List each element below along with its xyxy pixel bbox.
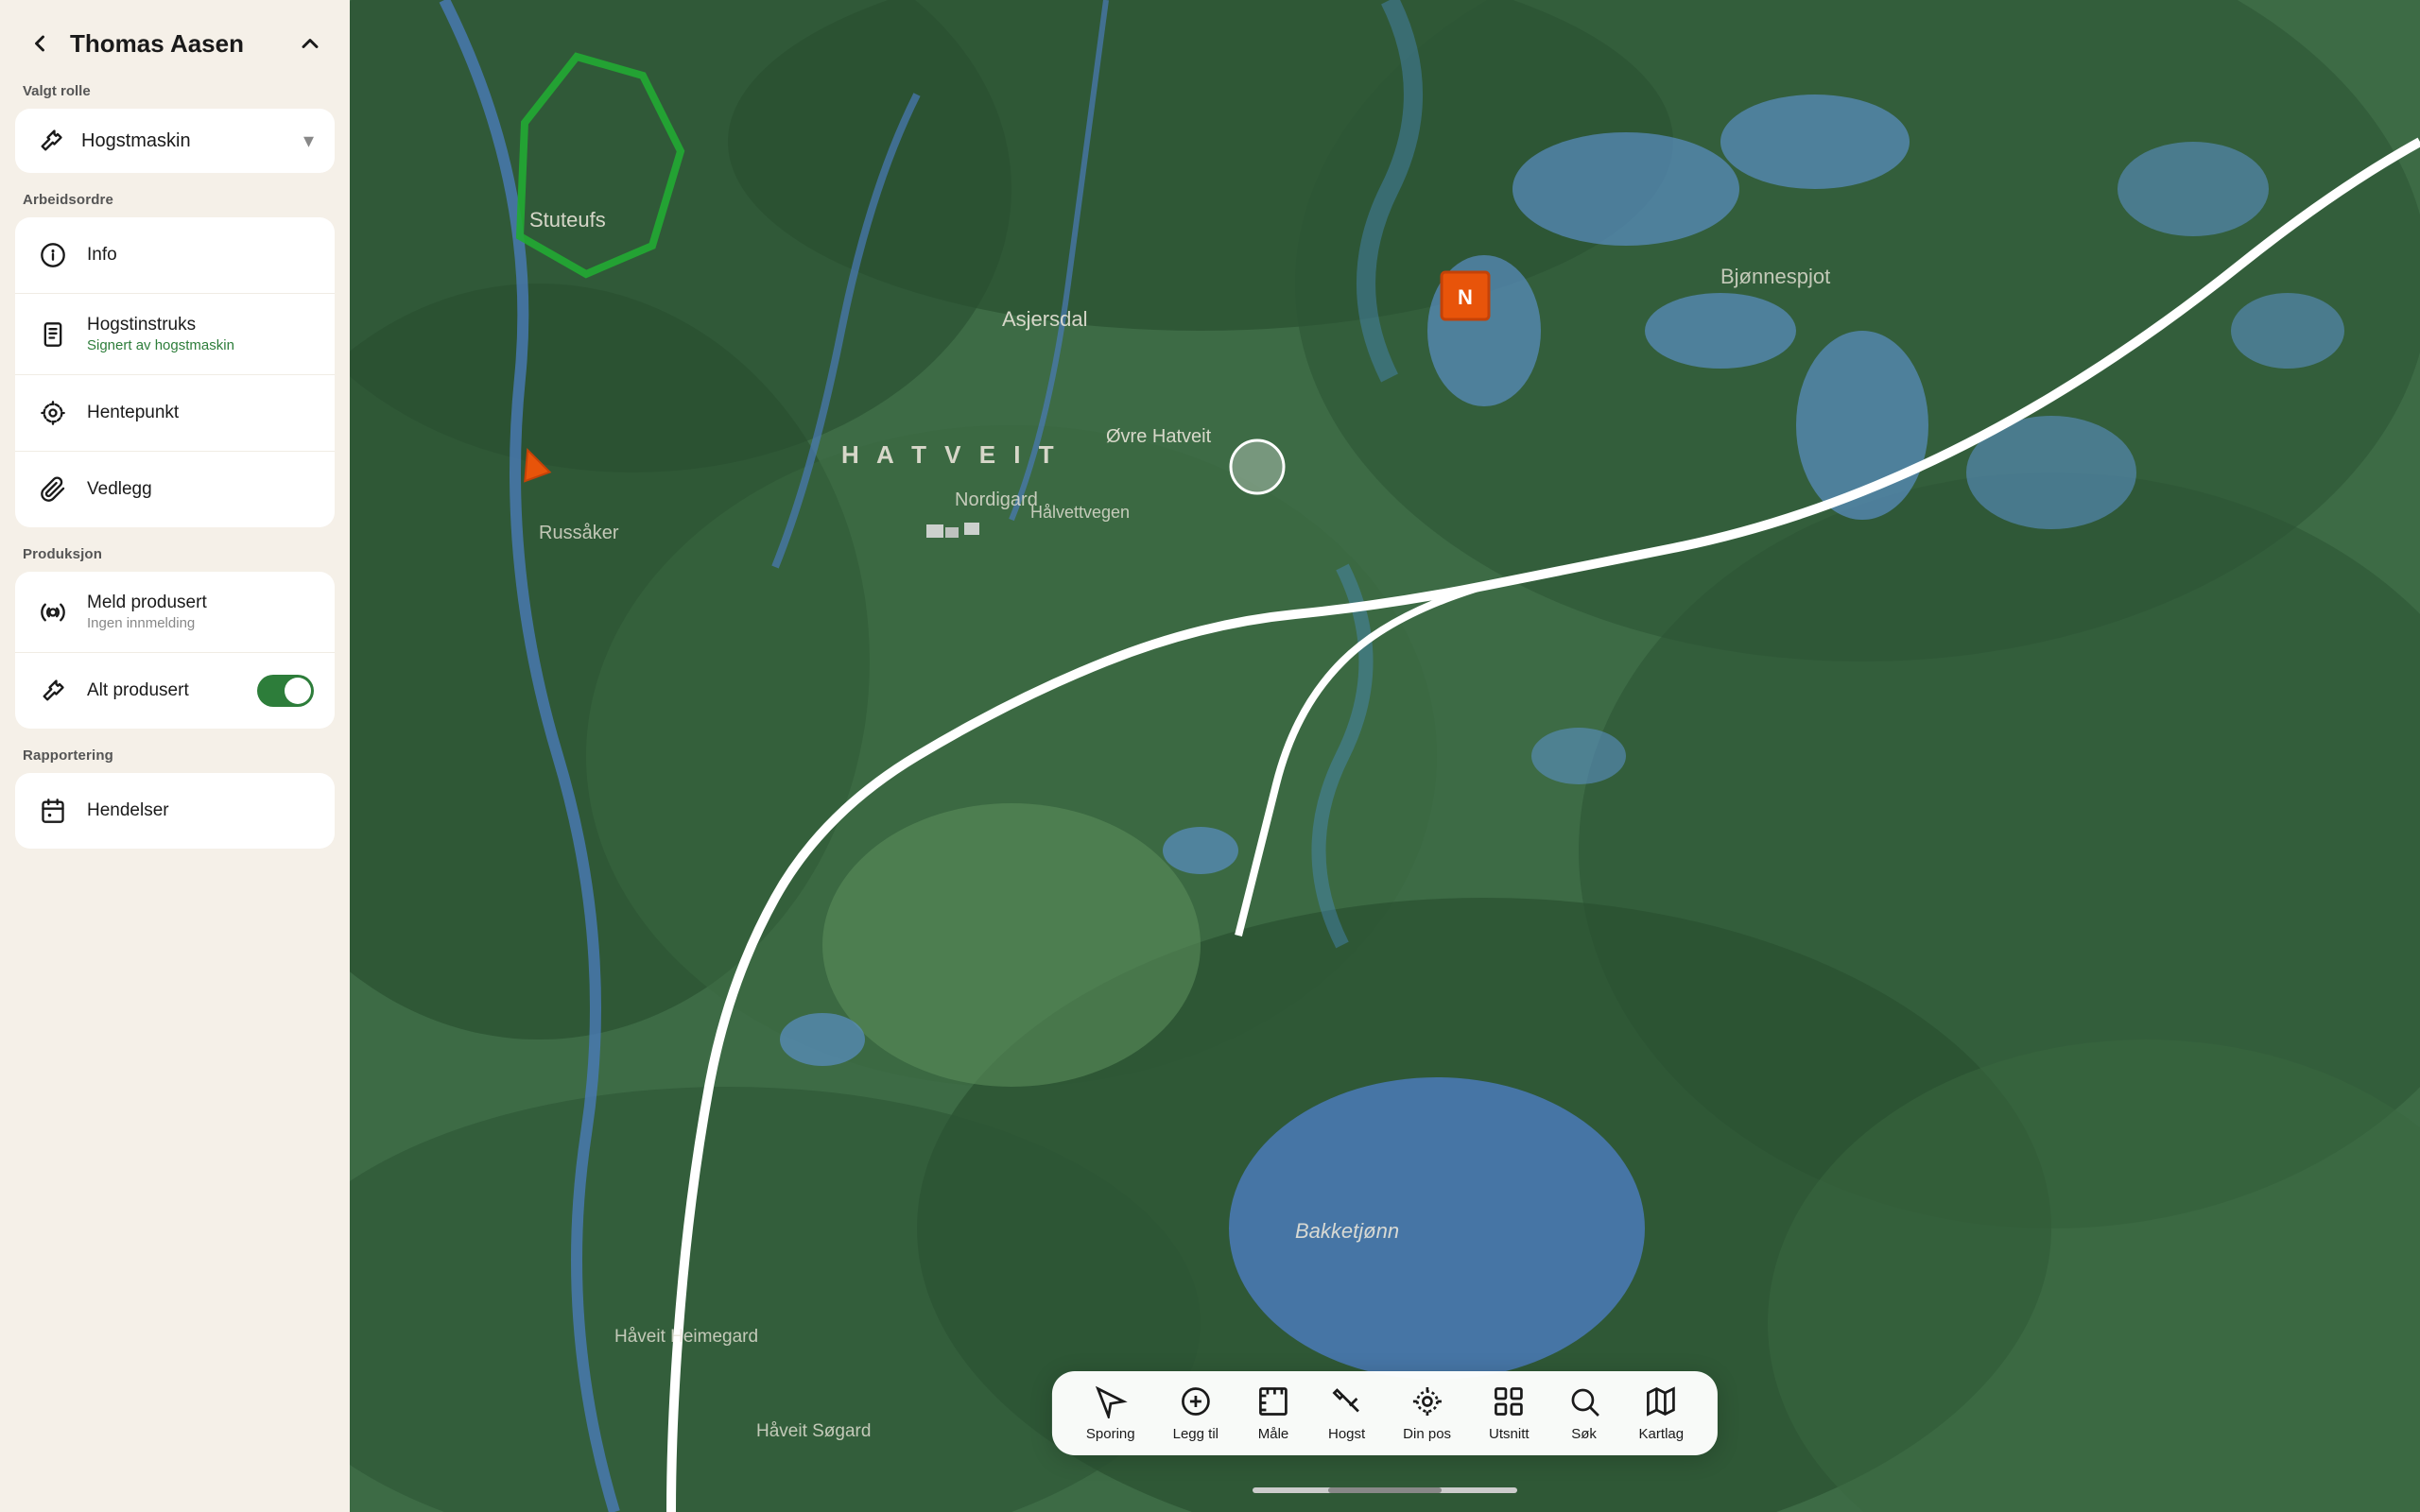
back-button[interactable] [23, 26, 57, 60]
legg-til-label: Legg til [1173, 1426, 1219, 1442]
hentepunkt-item-text: Hentepunkt [87, 403, 179, 423]
toolbar-utsnitt[interactable]: Utsnitt [1489, 1384, 1530, 1442]
sporing-icon [1094, 1384, 1128, 1418]
info-label: Info [87, 245, 117, 266]
rapportering-card: Hendelser [15, 773, 335, 849]
hogstinstruks-label: Hogstinstruks [87, 315, 234, 335]
alt-produsert-toggle[interactable] [257, 675, 314, 707]
map-svg: Stuteufs Asjersdal H A T V E I T Nordiga… [350, 0, 2420, 1512]
collapse-button[interactable] [293, 26, 327, 60]
hentepunkt-label: Hentepunkt [87, 403, 179, 423]
sidebar-header-left: Thomas Aasen [23, 26, 244, 60]
list-item[interactable]: Meld produsert Ingen innmelding [15, 572, 335, 653]
sidebar: Thomas Aasen Valgt rolle Hogstmaskin ▾ A… [0, 0, 350, 1512]
info-icon [36, 238, 70, 272]
scrollbar-thumb [1328, 1487, 1442, 1493]
male-icon [1256, 1384, 1290, 1418]
utsnitt-icon [1492, 1384, 1526, 1418]
role-label: Valgt rolle [15, 83, 335, 109]
hendelser-icon [36, 794, 70, 828]
vedlegg-label: Vedlegg [87, 479, 152, 500]
svg-text:H A T V E I T: H A T V E I T [841, 440, 1060, 469]
list-item[interactable]: Hentepunkt [15, 375, 335, 452]
hendelser-item-text: Hendelser [87, 800, 169, 821]
meld-label: Meld produsert [87, 593, 207, 613]
dropdown-arrow-icon: ▾ [303, 129, 314, 153]
toolbar-sok[interactable]: Søk [1567, 1384, 1601, 1442]
svg-text:Håveit Heimegard: Håveit Heimegard [614, 1327, 758, 1347]
list-item[interactable]: Hogstinstruks Signert av hogstmaskin [15, 294, 335, 375]
map-container[interactable]: Stuteufs Asjersdal H A T V E I T Nordiga… [350, 0, 2420, 1512]
hogst-icon [1330, 1384, 1364, 1418]
sidebar-header: Thomas Aasen [0, 0, 350, 83]
alt-produsert-left: Alt produsert [36, 674, 189, 708]
din-pos-label: Din pos [1403, 1426, 1451, 1442]
hogstinstruks-item-text: Hogstinstruks Signert av hogstmaskin [87, 315, 234, 353]
toolbar-kartlag[interactable]: Kartlag [1639, 1384, 1685, 1442]
kartlag-icon [1644, 1384, 1678, 1418]
toolbar-male[interactable]: Måle [1256, 1384, 1290, 1442]
svg-text:N: N [1458, 285, 1473, 309]
hogst-label: Hogst [1328, 1426, 1365, 1442]
male-label: Måle [1258, 1426, 1289, 1442]
bottom-toolbar: Sporing Legg til [1052, 1371, 1718, 1455]
list-item[interactable]: Info [15, 217, 335, 294]
hentepunkt-icon [36, 396, 70, 430]
meld-icon [36, 595, 70, 629]
sporing-label: Sporing [1086, 1426, 1135, 1442]
svg-text:Russåker: Russåker [539, 523, 619, 543]
toggle-knob [285, 678, 311, 704]
svg-text:Nordigard: Nordigard [955, 490, 1038, 510]
din-pos-icon [1410, 1384, 1444, 1418]
toolbar-legg-til[interactable]: Legg til [1173, 1384, 1219, 1442]
legg-til-icon [1179, 1384, 1213, 1418]
sok-label: Søk [1571, 1426, 1597, 1442]
scrollbar-indicator [1253, 1487, 1517, 1493]
alt-item-text: Alt produsert [87, 680, 189, 701]
alt-icon [36, 674, 70, 708]
hammer-icon [36, 126, 66, 156]
svg-text:Asjersdal: Asjersdal [1002, 307, 1087, 331]
produksjon-label: Produksjon [0, 546, 350, 572]
list-item[interactable]: Vedlegg [15, 452, 335, 527]
kartlag-label: Kartlag [1639, 1426, 1685, 1442]
hendelser-label: Hendelser [87, 800, 169, 821]
svg-text:Øvre Hatveit: Øvre Hatveit [1106, 426, 1212, 447]
utsnitt-label: Utsnitt [1489, 1426, 1530, 1442]
meld-sub: Ingen innmelding [87, 615, 207, 631]
svg-text:Bjønnespjot: Bjønnespjot [1720, 265, 1830, 288]
role-value: Hogstmaskin [81, 130, 288, 152]
vedlegg-item-text: Vedlegg [87, 479, 152, 500]
arbeidsordre-card: Info Hogstinstruks Signert av hogstmaski… [15, 217, 335, 527]
produksjon-card: Meld produsert Ingen innmelding Alt prod… [15, 572, 335, 729]
list-item[interactable]: Hendelser [15, 773, 335, 849]
svg-text:Hålvettvegen: Hålvettvegen [1030, 503, 1130, 522]
hogstinstruks-icon [36, 318, 70, 352]
vedlegg-icon [36, 472, 70, 507]
role-section: Valgt rolle Hogstmaskin ▾ [0, 83, 350, 192]
toolbar-din-pos[interactable]: Din pos [1403, 1384, 1451, 1442]
meld-item-text: Meld produsert Ingen innmelding [87, 593, 207, 631]
svg-text:Håveit Søgard: Håveit Søgard [756, 1421, 871, 1441]
alt-label: Alt produsert [87, 680, 189, 701]
sok-icon [1567, 1384, 1601, 1418]
toolbar-hogst[interactable]: Hogst [1328, 1384, 1365, 1442]
toolbar-sporing[interactable]: Sporing [1086, 1384, 1135, 1442]
arbeidsordre-label: Arbeidsordre [0, 192, 350, 217]
hogstinstruks-sub: Signert av hogstmaskin [87, 337, 234, 353]
svg-text:Stuteufs: Stuteufs [529, 208, 606, 232]
svg-text:Bakketjønn: Bakketjønn [1295, 1219, 1399, 1243]
user-name: Thomas Aasen [70, 29, 244, 59]
info-item-text: Info [87, 245, 117, 266]
role-dropdown[interactable]: Hogstmaskin ▾ [15, 109, 335, 173]
list-item[interactable]: Alt produsert [15, 653, 335, 729]
rapportering-label: Rapportering [0, 747, 350, 773]
map-background: Stuteufs Asjersdal H A T V E I T Nordiga… [350, 0, 2420, 1512]
